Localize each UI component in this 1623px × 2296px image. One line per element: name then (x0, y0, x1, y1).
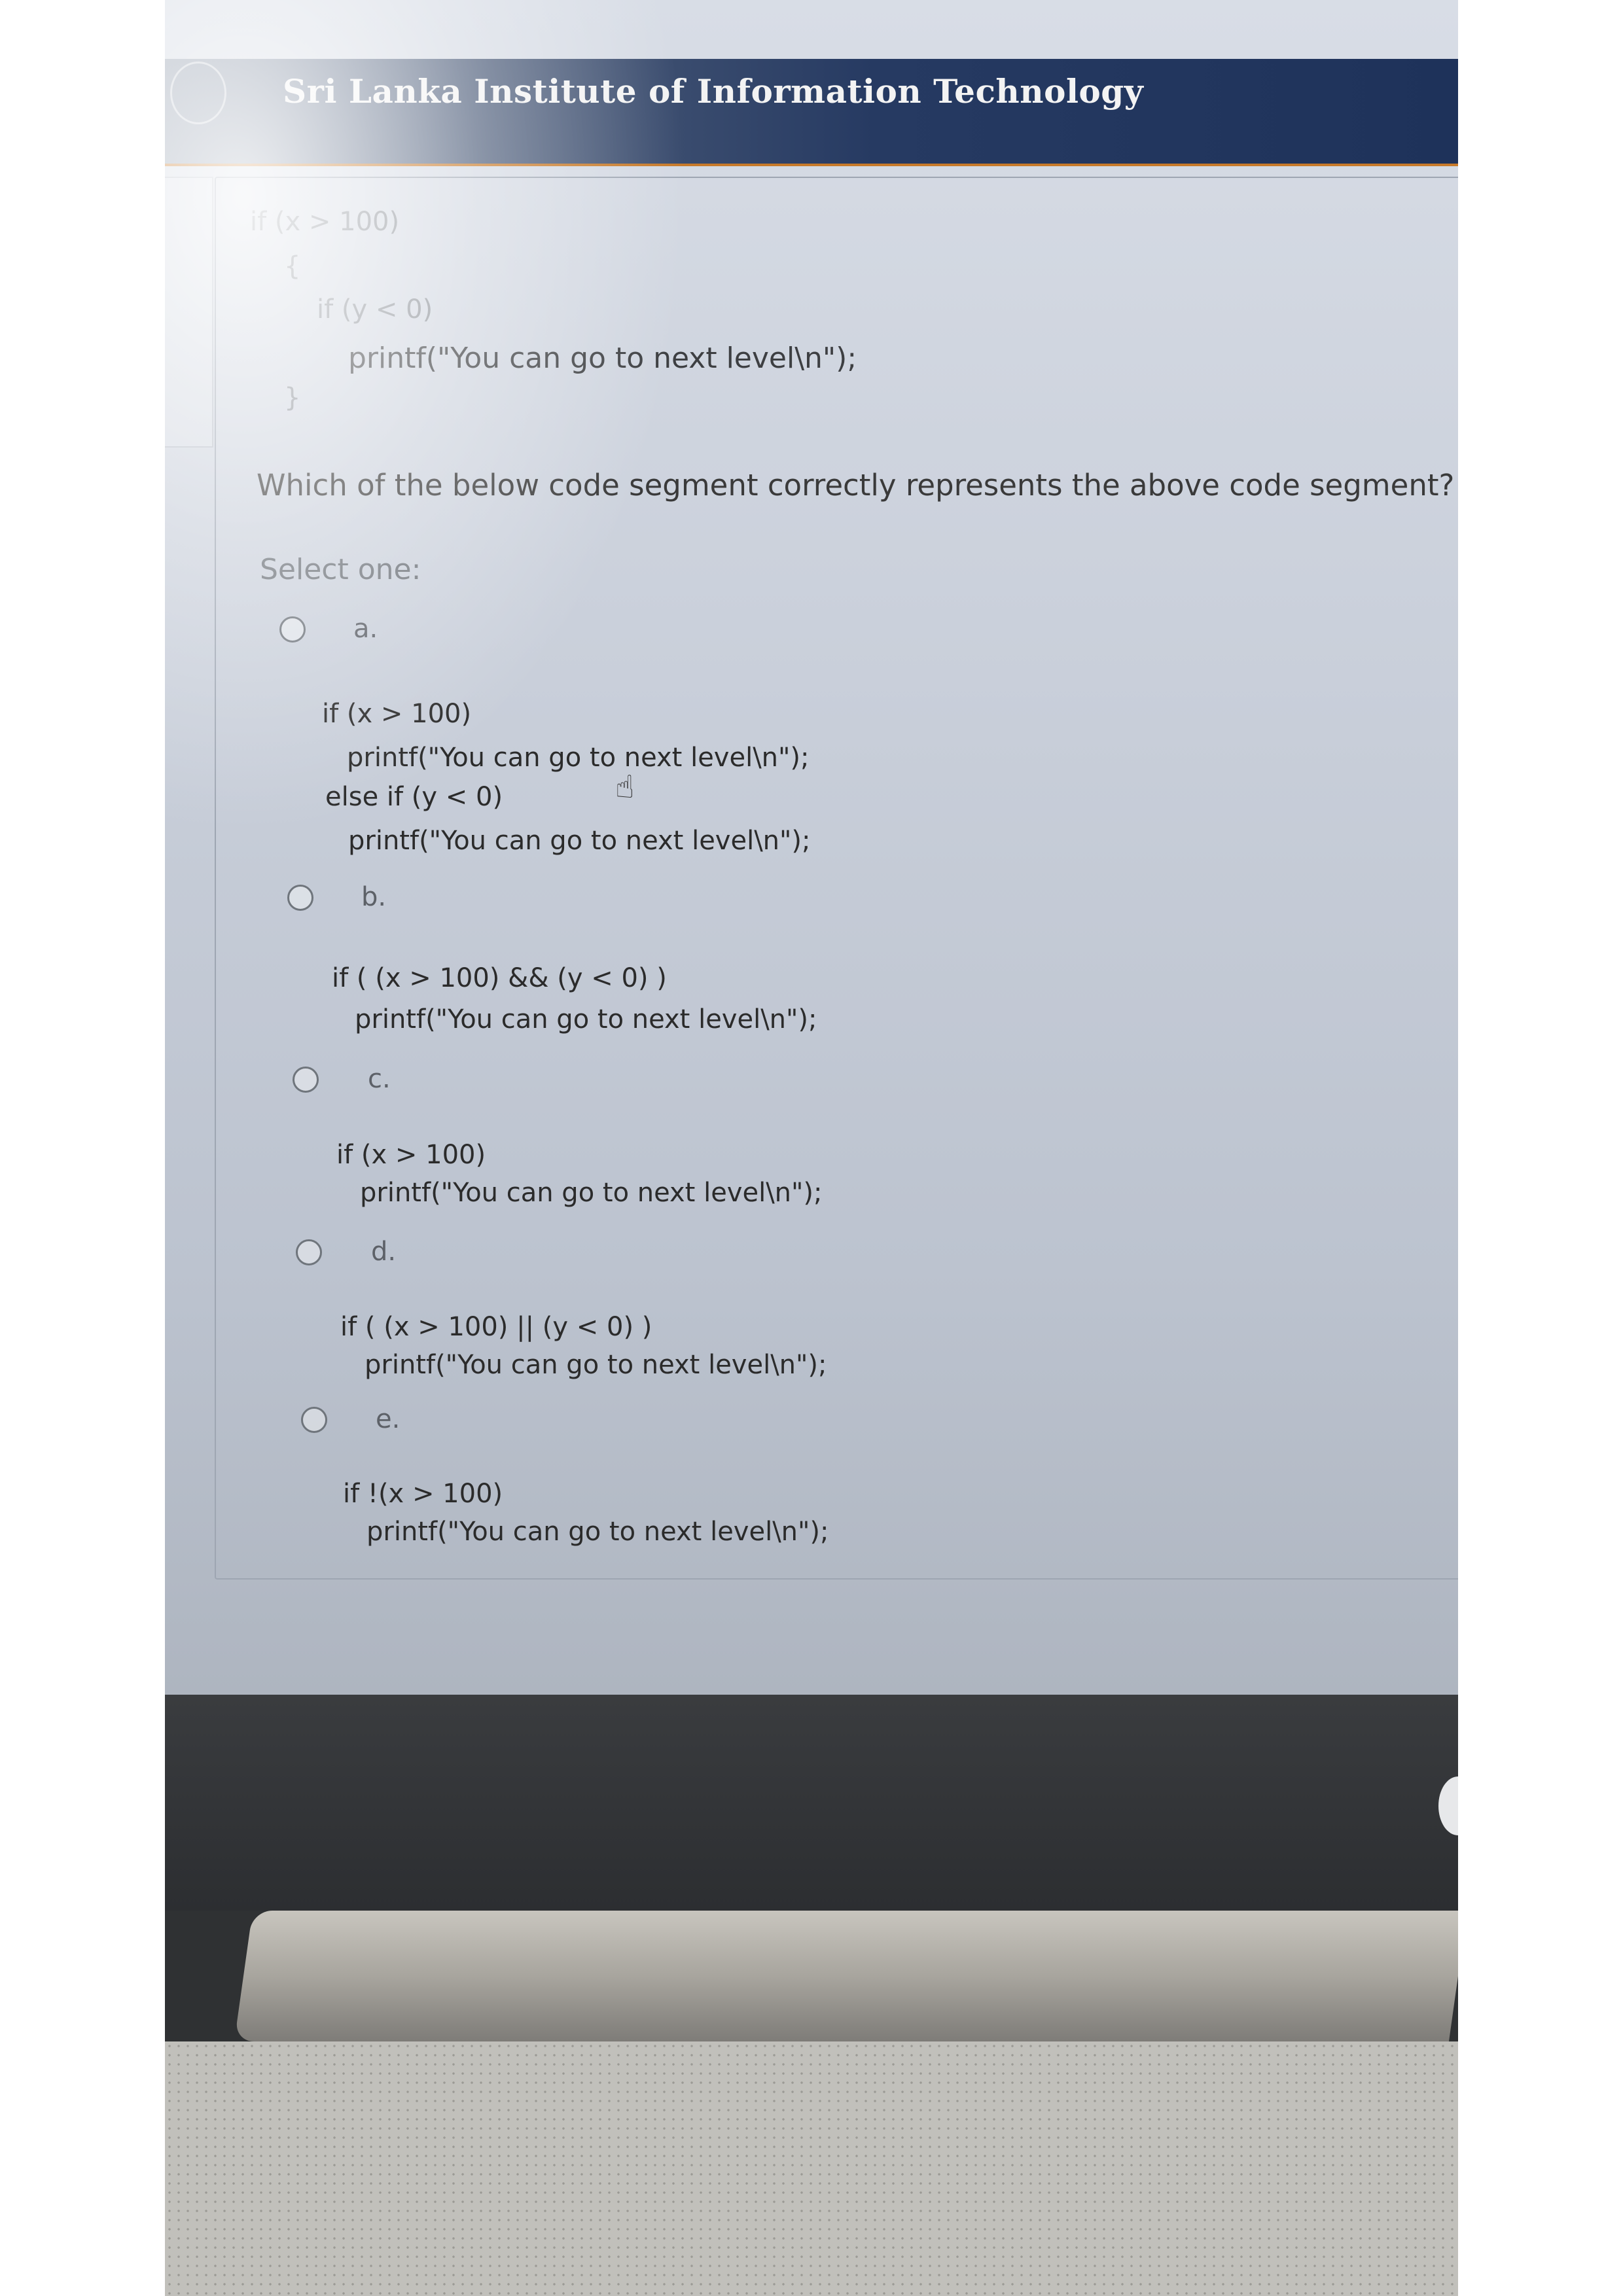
photo-of-laptop: Sri Lanka Institute of Information Techn… (165, 0, 1458, 2296)
option-b-code-line: if ( (x > 100) && (y < 0) ) (332, 963, 667, 993)
option-b-radio[interactable] (287, 885, 313, 911)
keyboard-deck (165, 2041, 1458, 2296)
option-c-radio[interactable] (293, 1067, 319, 1093)
question-code-line: } (284, 383, 301, 413)
option-a-code-line: printf("You can go to next level\n"); (348, 826, 811, 856)
option-a-code-line: if (x > 100) (322, 699, 472, 729)
option-c-letter[interactable]: c. (368, 1064, 391, 1094)
option-c-code-line: printf("You can go to next level\n"); (360, 1178, 823, 1208)
question-code-line: if (x > 100) (250, 207, 400, 237)
laptop-hinge (234, 1911, 1458, 2041)
laptop-screen: Sri Lanka Institute of Information Techn… (165, 0, 1458, 1695)
question-text: Which of the below code segment correctl… (257, 468, 1455, 503)
question-code-line: { (284, 251, 301, 281)
site-title: Sri Lanka Institute of Information Techn… (283, 72, 1144, 111)
left-nav-panel (165, 177, 213, 448)
option-d-code-line: printf("You can go to next level\n"); (365, 1350, 827, 1380)
site-header: Sri Lanka Institute of Information Techn… (165, 59, 1458, 166)
option-a-code-line: else if (y < 0) (325, 782, 503, 812)
option-b-code-line: printf("You can go to next level\n"); (355, 1004, 817, 1034)
question-code-line: printf("You can go to next level\n"); (348, 342, 857, 375)
option-d-radio[interactable] (296, 1239, 322, 1265)
question-code-line: if (y < 0) (317, 294, 433, 325)
option-a-radio[interactable] (279, 616, 306, 643)
option-e-code-line: if !(x > 100) (343, 1479, 503, 1509)
option-d-letter[interactable]: d. (371, 1237, 396, 1267)
option-d-code-line: if ( (x > 100) || (y < 0) ) (340, 1312, 652, 1342)
select-one-label: Select one: (260, 553, 421, 586)
option-a-letter[interactable]: a. (353, 614, 378, 644)
option-e-code-line: printf("You can go to next level\n"); (366, 1517, 829, 1547)
institute-logo-icon (170, 62, 226, 124)
option-a-code-line: printf("You can go to next level\n"); (347, 743, 810, 773)
option-e-radio[interactable] (301, 1407, 327, 1433)
option-c-code-line: if (x > 100) (336, 1140, 486, 1170)
option-b-letter[interactable]: b. (361, 882, 386, 912)
option-e-letter[interactable]: e. (376, 1404, 400, 1434)
screen-bezel (165, 1695, 1458, 1911)
hand-pointer-icon: ☝ (615, 769, 635, 805)
